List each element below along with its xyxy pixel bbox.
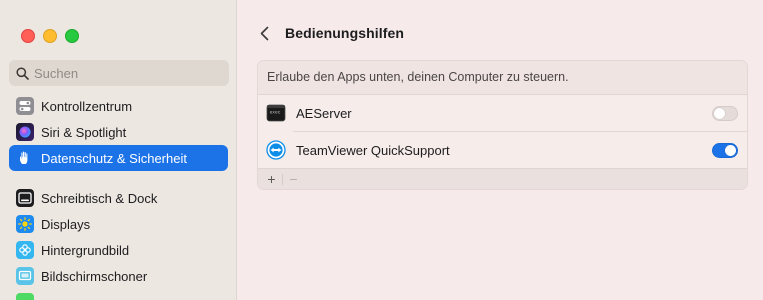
aeserver-toggle[interactable] [712, 106, 738, 121]
panel-description: Erlaube den Apps unten, deinen Computer … [258, 61, 747, 95]
sidebar-item-label: Bildschirmschoner [41, 268, 148, 284]
app-name: TeamViewer QuickSupport [296, 142, 450, 158]
siri-icon [16, 123, 34, 141]
dock-icon [16, 189, 34, 207]
page-header: Bedienungshilfen [257, 24, 404, 42]
settings-window: Kontrollzentrum Siri & Spotlight [0, 0, 763, 300]
sidebar-item-bildschirmschoner[interactable]: Bildschirmschoner [9, 263, 228, 289]
window-controls [21, 29, 79, 43]
teamviewer-toggle[interactable] [712, 143, 738, 158]
wallpaper-icon [16, 241, 34, 259]
panel-footer: + − [258, 168, 747, 189]
zoom-window-button[interactable] [65, 29, 79, 43]
sidebar-item-label: Siri & Spotlight [41, 124, 127, 140]
main-content: Bedienungshilfen Erlaube den Apps unten,… [237, 0, 763, 300]
teamviewer-icon [266, 140, 286, 160]
sidebar-item-partial[interactable] [9, 289, 228, 300]
search-field[interactable] [9, 60, 229, 86]
sidebar-item-kontrollzentrum[interactable]: Kontrollzentrum [9, 93, 228, 119]
toggle-knob [725, 145, 736, 156]
back-button[interactable] [257, 24, 271, 42]
app-row-teamviewer: TeamViewer QuickSupport [258, 132, 747, 168]
sidebar-item-siri-spotlight[interactable]: Siri & Spotlight [9, 119, 228, 145]
sun-icon [16, 215, 34, 233]
sidebar-item-datenschutz-sicherheit[interactable]: Datenschutz & Sicherheit [9, 145, 228, 171]
sidebar-item-displays[interactable]: Displays [9, 211, 228, 237]
app-icon [16, 293, 34, 300]
app-row-aeserver: exec AEServer [258, 95, 747, 131]
search-input[interactable] [34, 65, 214, 81]
screensaver-icon [16, 267, 34, 285]
remove-app-button[interactable]: − [285, 169, 302, 189]
control-center-icon [16, 97, 34, 115]
close-window-button[interactable] [21, 29, 35, 43]
sidebar: Kontrollzentrum Siri & Spotlight [0, 0, 237, 300]
terminal-icon: exec [266, 104, 286, 122]
page-title: Bedienungshilfen [285, 25, 405, 41]
minimize-window-button[interactable] [43, 29, 57, 43]
app-name: AEServer [296, 105, 352, 121]
sidebar-item-label: Kontrollzentrum [41, 98, 133, 114]
toggle-knob [714, 108, 725, 119]
svg-text:exec: exec [270, 111, 281, 116]
sidebar-item-label: Schreibtisch & Dock [41, 190, 158, 206]
sidebar-item-schreibtisch-dock[interactable]: Schreibtisch & Dock [9, 185, 228, 211]
sidebar-item-label: Displays [41, 216, 91, 232]
search-icon [16, 66, 29, 80]
sidebar-item-label: Hintergrundbild [41, 242, 130, 258]
chevron-left-icon [260, 26, 268, 40]
sidebar-item-hintergrundbild[interactable]: Hintergrundbild [9, 237, 228, 263]
sidebar-item-label: Datenschutz & Sicherheit [41, 150, 187, 166]
hand-icon [16, 149, 34, 167]
add-app-button[interactable]: + [263, 169, 280, 189]
footer-divider [282, 173, 283, 185]
accessibility-apps-panel: Erlaube den Apps unten, deinen Computer … [257, 60, 748, 190]
